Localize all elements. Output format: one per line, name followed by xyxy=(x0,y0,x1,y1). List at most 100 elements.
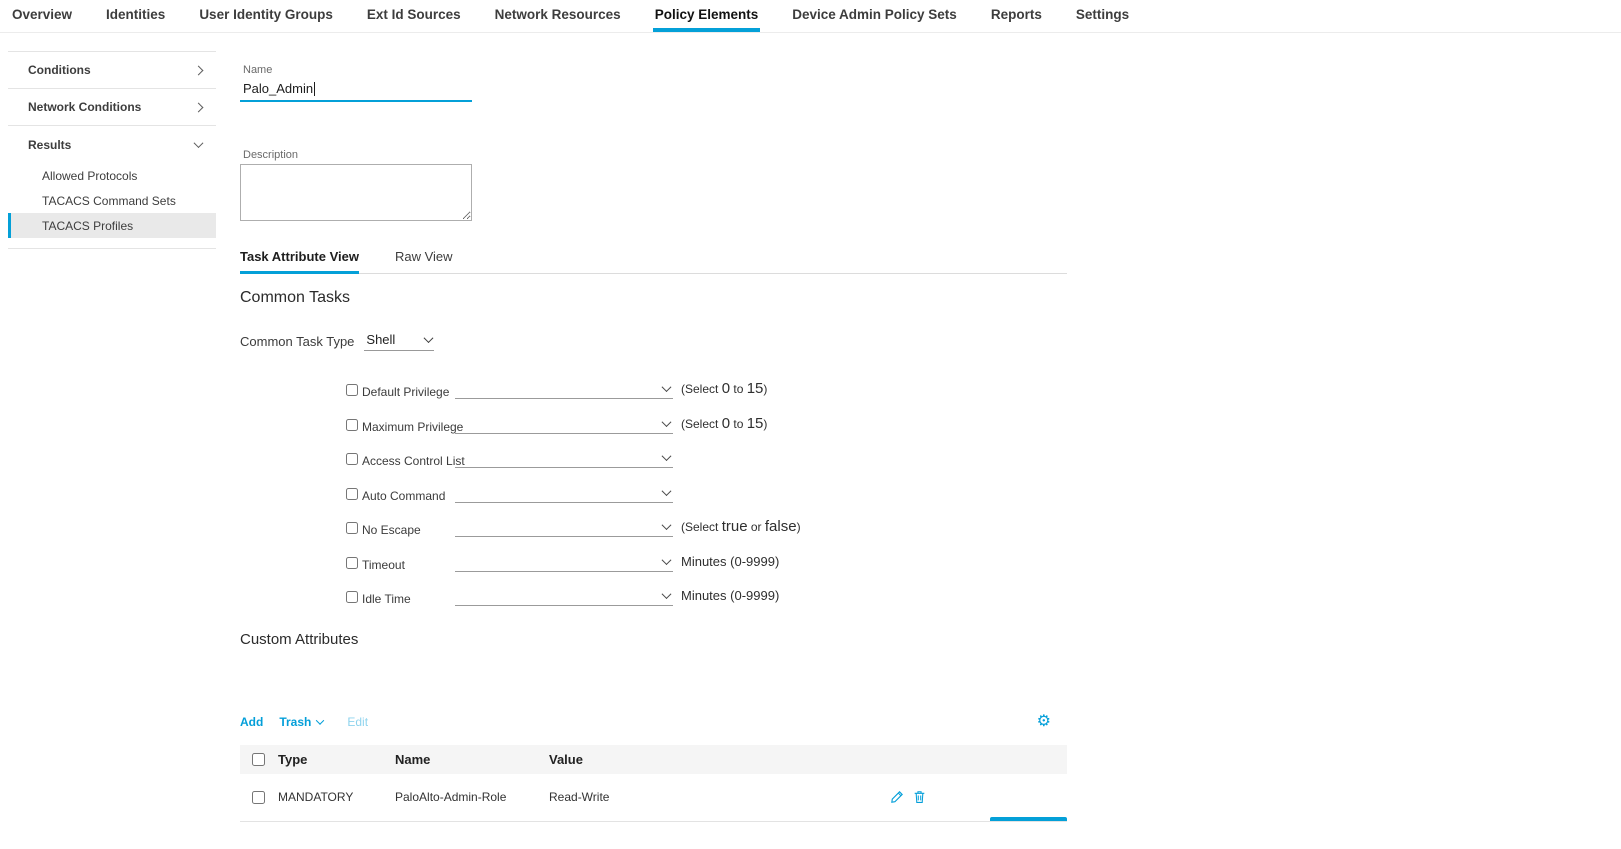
common-task-type-row: Common Task Type Shell xyxy=(240,332,1067,351)
name-field: Name Palo_Admin xyxy=(240,64,1067,102)
tab-raw-view[interactable]: Raw View xyxy=(395,249,453,274)
custom-attributes-table: Type Name Value MANDATORYPaloAlto-Admin-… xyxy=(240,745,1067,822)
nav-item-user-identity-groups[interactable]: User Identity Groups xyxy=(197,0,335,32)
chevron-down-icon xyxy=(662,555,672,565)
task-row-default-privilege: Default Privilege (Select 0 to 15) xyxy=(240,375,1067,410)
task-hint-part: ) xyxy=(763,382,767,396)
name-input[interactable]: Palo_Admin xyxy=(240,78,472,102)
row-actions xyxy=(890,790,926,804)
common-tasks-heading: Common Tasks xyxy=(240,289,1067,307)
cell-type: MANDATORY xyxy=(278,790,395,804)
sidebar-item-tacacs-profiles[interactable]: TACACS Profiles xyxy=(8,213,216,238)
delete-icon[interactable] xyxy=(913,790,926,804)
text-caret xyxy=(314,82,315,96)
chevron-down-icon xyxy=(316,716,324,724)
chevron-down-icon xyxy=(662,451,672,461)
task-hint-part: to xyxy=(730,382,747,396)
task-row-access-control-list: Access Control List xyxy=(240,444,1067,479)
chevron-down-icon xyxy=(662,417,672,427)
chevron-down-icon xyxy=(424,333,434,343)
sidebar-section-network-conditions[interactable]: Network Conditions xyxy=(8,89,216,126)
add-button[interactable]: Add xyxy=(240,715,263,729)
task-label: No Escape xyxy=(362,523,421,537)
trash-button-label: Trash xyxy=(279,715,311,729)
task-select-auto-command[interactable] xyxy=(455,483,673,503)
sidebar-section-results[interactable]: Results xyxy=(8,126,216,163)
task-select-timeout[interactable] xyxy=(455,552,673,572)
sidebar-section-label: Network Conditions xyxy=(28,100,141,114)
chevron-down-icon xyxy=(662,520,672,530)
nav-item-device-admin-policy-sets[interactable]: Device Admin Policy Sets xyxy=(790,0,959,32)
task-checkbox-default-privilege[interactable] xyxy=(346,384,358,396)
nav-item-network-resources[interactable]: Network Resources xyxy=(493,0,623,32)
task-checkbox-access-control-list[interactable] xyxy=(346,453,358,465)
chevron-right-icon xyxy=(194,102,204,112)
main-content: Name Palo_Admin Description Task Attribu… xyxy=(240,33,1067,822)
nav-item-reports[interactable]: Reports xyxy=(989,0,1044,32)
sidebar-item-tacacs-command-sets[interactable]: TACACS Command Sets xyxy=(8,188,216,213)
task-hint-part: or xyxy=(748,520,765,534)
name-input-value: Palo_Admin xyxy=(243,81,313,96)
name-label: Name xyxy=(243,64,1067,76)
table-body: MANDATORYPaloAlto-Admin-RoleRead-Write xyxy=(240,774,1067,822)
task-hint: (Select 0 to 15) xyxy=(681,380,767,398)
custom-attributes-heading: Custom Attributes xyxy=(240,631,1067,648)
common-tasks-rows: Default Privilege(Select 0 to 15)Maximum… xyxy=(240,375,1067,617)
gear-icon[interactable]: ⚙ xyxy=(1037,714,1051,730)
task-select-maximum-privilege[interactable] xyxy=(455,414,673,434)
column-header-type: Type xyxy=(278,752,395,767)
select-all-checkbox[interactable] xyxy=(252,753,265,766)
task-hint: (Select true or false) xyxy=(681,518,801,536)
column-header-name: Name xyxy=(395,752,549,767)
chevron-right-icon xyxy=(194,65,204,75)
save-button-partial[interactable] xyxy=(990,817,1067,821)
task-hint-part: 15 xyxy=(747,415,764,432)
description-field: Description xyxy=(240,149,1067,221)
custom-attributes-toolbar: Add Trash Edit ⚙ xyxy=(240,714,1067,730)
nav-item-overview[interactable]: Overview xyxy=(10,0,74,32)
table-row: MANDATORYPaloAlto-Admin-RoleRead-Write xyxy=(240,774,1067,822)
sidebar-section-label: Conditions xyxy=(28,63,91,77)
task-hint-part: (Select xyxy=(681,520,722,534)
nav-item-policy-elements[interactable]: Policy Elements xyxy=(653,0,761,32)
task-row-no-escape: No Escape (Select true or false) xyxy=(240,513,1067,548)
common-task-type-select[interactable]: Shell xyxy=(364,332,434,351)
task-select-access-control-list[interactable] xyxy=(455,448,673,468)
description-label: Description xyxy=(243,149,1067,161)
task-hint-part: (Select xyxy=(681,382,722,396)
task-hint-part: false xyxy=(765,518,797,535)
edit-button[interactable]: Edit xyxy=(347,715,368,729)
edit-icon[interactable] xyxy=(890,790,904,804)
task-select-idle-time[interactable] xyxy=(455,586,673,606)
task-row-auto-command: Auto Command xyxy=(240,479,1067,514)
task-checkbox-timeout[interactable] xyxy=(346,557,358,569)
task-checkbox-maximum-privilege[interactable] xyxy=(346,419,358,431)
task-label: Idle Time xyxy=(362,592,411,606)
nav-item-ext-id-sources[interactable]: Ext Id Sources xyxy=(365,0,463,32)
nav-item-settings[interactable]: Settings xyxy=(1074,0,1131,32)
tab-task-attribute-view[interactable]: Task Attribute View xyxy=(240,249,359,274)
sidebar-item-allowed-protocols[interactable]: Allowed Protocols xyxy=(8,163,216,188)
task-hint: Minutes (0-9999) xyxy=(681,553,779,571)
task-checkbox-idle-time[interactable] xyxy=(346,591,358,603)
table-header: Type Name Value xyxy=(240,745,1067,774)
task-checkbox-no-escape[interactable] xyxy=(346,522,358,534)
task-checkbox-auto-command[interactable] xyxy=(346,488,358,500)
sidebar-section-label: Results xyxy=(28,138,71,152)
task-hint-part: ) xyxy=(763,417,767,431)
sidebar-section-conditions[interactable]: Conditions xyxy=(8,52,216,89)
task-select-no-escape[interactable] xyxy=(455,517,673,537)
sidebar: Conditions Network Conditions Results Allow… xyxy=(8,51,216,249)
task-label: Access Control List xyxy=(362,454,465,468)
trash-button[interactable]: Trash xyxy=(279,715,323,729)
task-hint-part: 0 xyxy=(722,380,730,397)
task-hint-part: 0 xyxy=(722,415,730,432)
task-label: Default Privilege xyxy=(362,385,449,399)
row-checkbox[interactable] xyxy=(252,791,265,804)
chevron-down-icon xyxy=(662,486,672,496)
task-hint: Minutes (0-9999) xyxy=(681,587,779,605)
task-select-default-privilege[interactable] xyxy=(455,379,673,399)
description-textarea[interactable] xyxy=(240,164,472,221)
top-nav: Overview Identities User Identity Groups Ex… xyxy=(0,0,1621,33)
nav-item-identities[interactable]: Identities xyxy=(104,0,167,32)
